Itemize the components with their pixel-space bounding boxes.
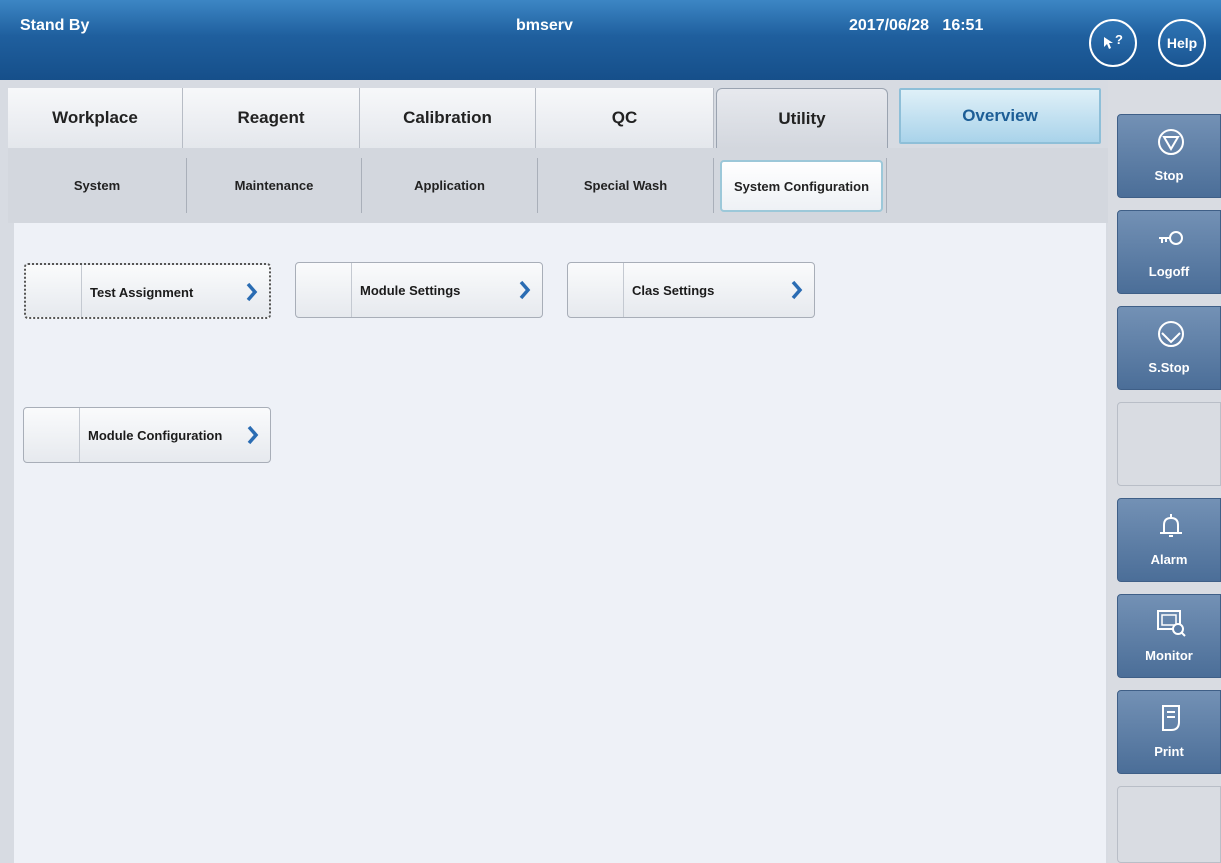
- alarm-label: Alarm: [1150, 552, 1188, 567]
- key-icon: [1159, 231, 1183, 245]
- stop-button[interactable]: Stop: [1117, 114, 1221, 198]
- subtab-system-configuration[interactable]: System Configuration: [720, 160, 883, 212]
- clas-settings-button[interactable]: Clas Settings: [567, 262, 815, 318]
- monitor-icon: [1157, 610, 1186, 637]
- subtab-application[interactable]: Application: [362, 158, 538, 213]
- chevron-right-icon: [519, 280, 531, 300]
- main-area: Workplace Reagent Calibration QC Utility…: [0, 80, 1108, 863]
- subtab-system[interactable]: System: [8, 158, 187, 213]
- tab-reagent[interactable]: Reagent: [183, 88, 360, 148]
- main-tab-bar: Workplace Reagent Calibration QC Utility…: [8, 88, 1108, 148]
- button-label: Clas Settings: [632, 283, 715, 298]
- monitor-label: Monitor: [1145, 648, 1193, 663]
- tab-utility[interactable]: Utility: [716, 88, 888, 148]
- button-icon-area: [296, 263, 352, 317]
- subtab-maintenance[interactable]: Maintenance: [187, 158, 362, 213]
- monitor-button[interactable]: Monitor: [1117, 594, 1221, 678]
- chevron-right-icon: [246, 282, 258, 302]
- button-icon-area: [568, 263, 624, 317]
- chevron-right-icon: [791, 280, 803, 300]
- sampling-stop-icon: [1158, 321, 1184, 347]
- tab-qc[interactable]: QC: [536, 88, 714, 148]
- tab-overview[interactable]: Overview: [899, 88, 1101, 144]
- tab-calibration[interactable]: Calibration: [360, 88, 536, 148]
- tab-divider: [886, 158, 887, 213]
- logoff-label: Logoff: [1148, 264, 1190, 279]
- button-label: Module Settings: [360, 283, 461, 298]
- user-name: bmserv: [516, 17, 573, 34]
- status-text: Stand By: [20, 17, 90, 34]
- sub-tab-bar: System Maintenance Application Special W…: [8, 148, 1108, 223]
- test-assignment-button[interactable]: Test Assignment: [24, 263, 271, 319]
- cursor-icon: [1104, 37, 1114, 49]
- button-icon-area: [24, 408, 80, 462]
- sampling-stop-button[interactable]: S.Stop: [1117, 306, 1221, 390]
- help-button[interactable]: Help: [1158, 19, 1206, 67]
- date-time: 2017/06/28 16:51: [849, 17, 984, 34]
- stop-icon: [1158, 129, 1184, 155]
- empty-side-button: [1117, 402, 1221, 486]
- stop-label: Stop: [1154, 168, 1184, 183]
- empty-side-button: [1117, 786, 1221, 863]
- side-panel: Stop Logoff S.Stop Alarm Monitor Print: [1108, 80, 1221, 863]
- button-label: Test Assignment: [90, 285, 194, 300]
- content-panel: Test Assignment Module Settings Clas Set…: [14, 223, 1106, 863]
- sstop-label: S.Stop: [1148, 360, 1190, 375]
- print-icon: [1162, 705, 1180, 731]
- module-settings-button[interactable]: Module Settings: [295, 262, 543, 318]
- logoff-button[interactable]: Logoff: [1117, 210, 1221, 294]
- print-button[interactable]: Print: [1117, 690, 1221, 774]
- print-label: Print: [1154, 744, 1184, 759]
- subtab-special-wash[interactable]: Special Wash: [538, 158, 714, 213]
- chevron-right-icon: [247, 425, 259, 445]
- alarm-button[interactable]: Alarm: [1117, 498, 1221, 582]
- tab-workplace[interactable]: Workplace: [8, 88, 183, 148]
- question-mark: ?: [1115, 31, 1123, 47]
- title-bar: Stand By bmserv 2017/06/28 16:51 ? Help: [0, 0, 1221, 80]
- button-label: Module Configuration: [88, 428, 223, 443]
- pointer-help-button[interactable]: ?: [1089, 19, 1137, 67]
- bell-icon: [1160, 514, 1182, 537]
- button-icon-area: [26, 265, 82, 317]
- module-configuration-button[interactable]: Module Configuration: [23, 407, 271, 463]
